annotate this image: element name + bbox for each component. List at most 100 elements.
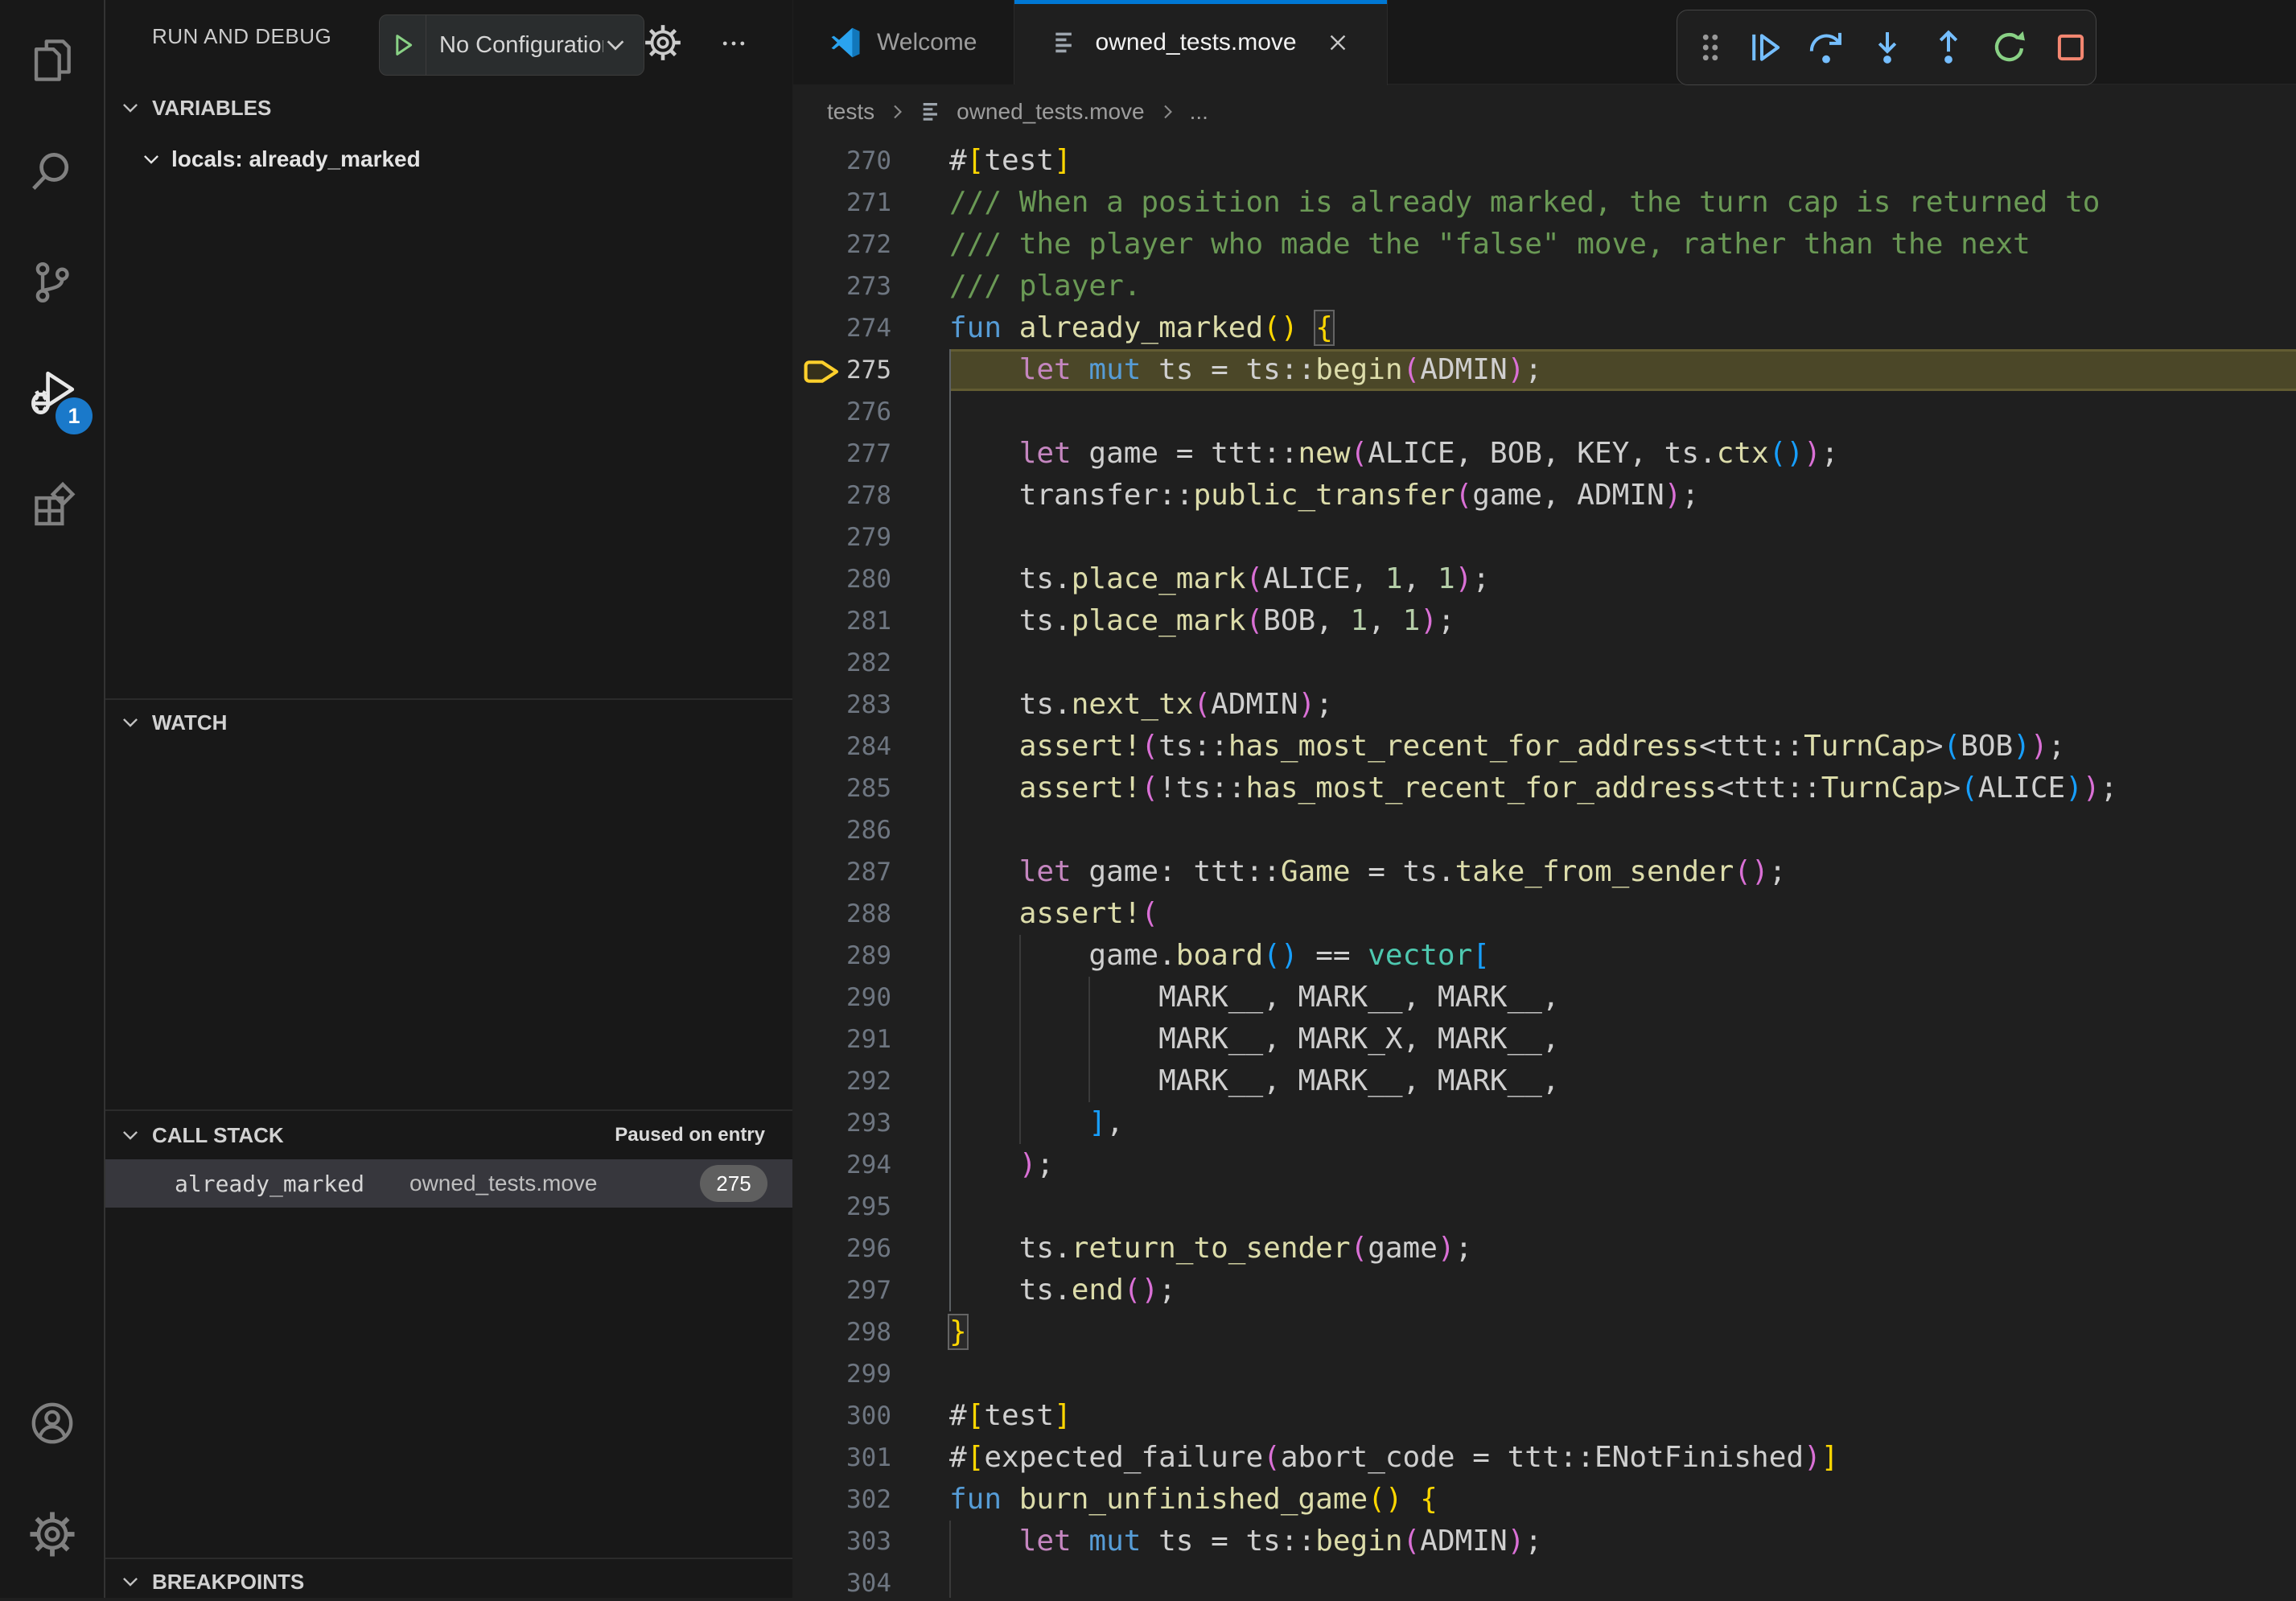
code-text[interactable]: ts.end(); (949, 1270, 2296, 1311)
code-text[interactable]: fun already_marked() { (949, 307, 2296, 349)
line-number[interactable]: 288 (793, 893, 949, 935)
line-number[interactable]: 294 (793, 1144, 949, 1186)
line-number[interactable]: 274 (793, 307, 949, 349)
line-number[interactable]: 278 (793, 475, 949, 517)
code-text[interactable]: MARK__, MARK__, MARK__, (949, 1060, 2296, 1102)
continue-button[interactable] (1747, 29, 1784, 66)
step-over-button[interactable] (1808, 29, 1845, 66)
line-number[interactable]: 295 (793, 1186, 949, 1228)
code-text[interactable] (949, 517, 2296, 558)
line-number[interactable]: 283 (793, 684, 949, 726)
line-number[interactable]: 298 (793, 1311, 949, 1353)
more-actions-icon[interactable] (717, 31, 751, 56)
activity-extensions[interactable] (0, 449, 104, 560)
breadcrumb-folder[interactable]: tests (827, 99, 874, 125)
section-call-stack[interactable]: CALL STACK Paused on entry (105, 1116, 792, 1154)
line-number[interactable]: 291 (793, 1019, 949, 1060)
activity-source-control[interactable] (0, 227, 104, 338)
code-text[interactable] (949, 642, 2296, 684)
line-number[interactable]: 287 (793, 851, 949, 893)
line-number[interactable]: 284 (793, 726, 949, 768)
code-text[interactable] (949, 1353, 2296, 1395)
close-icon[interactable] (1326, 31, 1350, 55)
tab-owned-tests-move[interactable]: owned_tests.move (1014, 0, 1387, 85)
line-number[interactable]: 296 (793, 1228, 949, 1270)
code-text[interactable]: } (949, 1311, 2296, 1353)
section-breakpoints[interactable]: BREAKPOINTS (105, 1562, 792, 1601)
line-number[interactable]: 304 (793, 1562, 949, 1598)
code-text[interactable]: assert!( (949, 893, 2296, 935)
line-number[interactable]: 279 (793, 517, 949, 558)
code-text[interactable]: MARK__, MARK__, MARK__, (949, 977, 2296, 1019)
restart-button[interactable] (1991, 29, 2028, 66)
line-number[interactable]: 285 (793, 768, 949, 809)
code-text[interactable]: /// player. (949, 265, 2296, 307)
tab-welcome[interactable]: Welcome (793, 0, 1014, 84)
section-watch[interactable]: WATCH (105, 703, 792, 742)
line-number[interactable]: 303 (793, 1521, 949, 1562)
line-number[interactable]: 273 (793, 265, 949, 307)
breadcrumb-symbol[interactable]: ... (1190, 99, 1208, 125)
code-text[interactable]: ); (949, 1144, 2296, 1186)
code-text[interactable]: ts.return_to_sender(game); (949, 1228, 2296, 1270)
line-number[interactable]: 301 (793, 1437, 949, 1479)
section-variables[interactable]: VARIABLES (105, 88, 792, 127)
line-number[interactable]: 293 (793, 1102, 949, 1144)
activity-settings[interactable] (0, 1479, 104, 1590)
start-debug-icon[interactable] (380, 15, 426, 75)
code-text[interactable] (949, 391, 2296, 433)
line-number[interactable]: 297 (793, 1270, 949, 1311)
toolbar-drag-handle[interactable] (1698, 29, 1722, 66)
code-text[interactable]: let mut ts = ts::begin(ADMIN); (949, 349, 2296, 391)
line-number[interactable]: 289 (793, 935, 949, 977)
step-out-button[interactable] (1930, 29, 1967, 66)
code-text[interactable]: let game: ttt::Game = ts.take_from_sende… (949, 851, 2296, 893)
code-text[interactable]: transfer::public_transfer(game, ADMIN); (949, 475, 2296, 517)
line-number[interactable]: 270 (793, 140, 949, 182)
code-text[interactable]: let game = ttt::new(ALICE, BOB, KEY, ts.… (949, 433, 2296, 475)
line-number[interactable]: 281 (793, 600, 949, 642)
debug-settings-gear-icon[interactable] (644, 24, 681, 61)
breadcrumb-file[interactable]: owned_tests.move (957, 99, 1144, 125)
activity-search[interactable] (0, 116, 104, 227)
code-text[interactable]: #[expected_failure(abort_code = ttt::ENo… (949, 1437, 2296, 1479)
line-number[interactable]: 300 (793, 1395, 949, 1437)
code-text[interactable]: assert!(!ts::has_most_recent_for_address… (949, 768, 2296, 809)
code-text[interactable]: #[test] (949, 140, 2296, 182)
line-number[interactable]: 272 (793, 224, 949, 265)
code-text[interactable] (949, 1562, 2296, 1598)
activity-run-and-debug[interactable]: 1 (0, 338, 104, 449)
call-stack-frame-row[interactable]: already_marked owned_tests.move 275 (105, 1159, 792, 1208)
line-number[interactable]: 282 (793, 642, 949, 684)
code-text[interactable]: fun burn_unfinished_game() { (949, 1479, 2296, 1521)
code-text[interactable]: ts.place_mark(BOB, 1, 1); (949, 600, 2296, 642)
line-number[interactable]: 286 (793, 809, 949, 851)
line-number[interactable]: 280 (793, 558, 949, 600)
code-text[interactable]: assert!(ts::has_most_recent_for_address<… (949, 726, 2296, 768)
code-text[interactable] (949, 809, 2296, 851)
code-text[interactable]: game.board() == vector[ (949, 935, 2296, 977)
line-number[interactable]: 271 (793, 182, 949, 224)
line-number[interactable]: 275 (793, 349, 949, 391)
code-text[interactable]: ts.place_mark(ALICE, 1, 1); (949, 558, 2296, 600)
line-number[interactable]: 290 (793, 977, 949, 1019)
code-text[interactable]: ts.next_tx(ADMIN); (949, 684, 2296, 726)
debug-configuration-dropdown[interactable]: No Configurations (379, 14, 644, 76)
line-number[interactable]: 292 (793, 1060, 949, 1102)
stop-button[interactable] (2052, 29, 2089, 66)
code-text[interactable]: let mut ts = ts::begin(ADMIN); (949, 1521, 2296, 1562)
step-into-button[interactable] (1869, 29, 1906, 66)
activity-explorer[interactable] (0, 5, 104, 116)
line-number[interactable]: 302 (793, 1479, 949, 1521)
line-number[interactable]: 276 (793, 391, 949, 433)
code-text[interactable]: /// the player who made the "false" move… (949, 224, 2296, 265)
code-text[interactable]: /// When a position is already marked, t… (949, 182, 2296, 224)
code-text[interactable]: MARK__, MARK_X, MARK__, (949, 1019, 2296, 1060)
activity-account[interactable] (0, 1368, 104, 1479)
code-text[interactable]: ], (949, 1102, 2296, 1144)
variables-scope-locals[interactable]: locals: already_marked (105, 138, 792, 180)
line-number[interactable]: 277 (793, 433, 949, 475)
code-text[interactable]: #[test] (949, 1395, 2296, 1437)
line-number[interactable]: 299 (793, 1353, 949, 1395)
code-text[interactable] (949, 1186, 2296, 1228)
